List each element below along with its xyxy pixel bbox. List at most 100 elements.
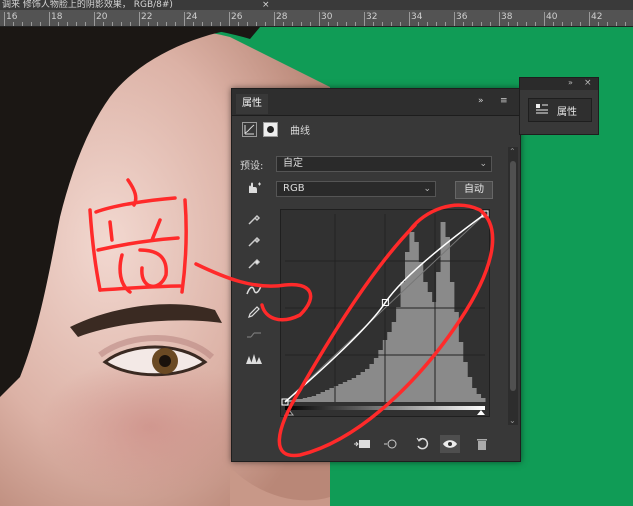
ruler-tick <box>319 12 320 26</box>
document-tab-bar: 调来 修饰人物脸上的阴影效果， RGB/8#) × <box>0 0 633 10</box>
white-point-eyedropper-icon[interactable] <box>245 254 263 272</box>
preset-label: 预设: <box>240 160 264 172</box>
ruler-tick <box>409 12 410 26</box>
clip-to-layer-icon[interactable] <box>352 435 372 453</box>
adjustment-title: 曲线 <box>290 125 310 137</box>
expand-panels-icon[interactable]: » <box>568 78 573 87</box>
ruler-tick <box>355 22 356 26</box>
histogram-bar <box>476 394 482 402</box>
ruler-tick <box>445 22 446 26</box>
visibility-eye-icon[interactable] <box>440 435 460 453</box>
draw-pencil-icon[interactable] <box>245 303 263 321</box>
preset-row: 预设: 自定 ⌄ <box>240 155 492 173</box>
properties-panel-button[interactable]: 属性 <box>528 98 592 122</box>
ruler-tick <box>67 22 68 26</box>
ruler-tick <box>175 22 176 26</box>
histogram-bar <box>307 397 313 402</box>
ruler-tick <box>346 22 347 26</box>
ruler-tick <box>112 22 113 26</box>
curves-adjustment-icon[interactable] <box>242 121 257 137</box>
photoshop-workspace: 调来 修饰人物脸上的阴影效果， RGB/8#) × 16 18 20 22 24 26 28… <box>0 0 633 506</box>
edit-points-curve-icon[interactable] <box>245 281 263 299</box>
auto-button[interactable]: 自动 <box>455 181 493 199</box>
ruler-tick <box>22 22 23 26</box>
histogram-bar <box>293 399 299 402</box>
ruler-tick <box>31 22 32 26</box>
histogram-bar <box>458 342 464 402</box>
histogram-bar <box>440 222 446 402</box>
ruler-tick <box>40 22 41 26</box>
properties-tab[interactable]: 属性 <box>236 94 268 114</box>
layer-mask-icon[interactable] <box>263 121 278 137</box>
ruler-tick <box>589 12 590 26</box>
ruler-tick <box>202 22 203 26</box>
view-previous-state-icon[interactable] <box>382 435 402 453</box>
ruler-tick <box>58 22 59 26</box>
ruler-tick <box>571 22 572 26</box>
histogram-bar <box>365 369 370 402</box>
reset-icon[interactable] <box>412 435 432 453</box>
ruler-tick <box>220 22 221 26</box>
ruler-tick <box>616 22 617 26</box>
collapsed-properties-panel: » × 属性 <box>519 77 599 135</box>
ruler-label: 30 <box>321 12 333 22</box>
ruler-tick <box>472 22 473 26</box>
ruler-tick <box>535 22 536 26</box>
black-point-eyedropper-icon[interactable] <box>245 210 263 228</box>
scroll-down-icon[interactable]: ⌄ <box>509 416 516 425</box>
document-tab-title[interactable]: 调来 修饰人物脸上的阴影效果， RGB/8#) <box>2 0 173 10</box>
ruler-label: 32 <box>366 12 378 22</box>
delete-trash-icon[interactable] <box>472 435 492 453</box>
ruler-tick <box>139 12 140 26</box>
ruler-tick <box>166 22 167 26</box>
panel-title-bar: 属性 » ≡ <box>232 89 520 116</box>
histogram-bar <box>302 398 308 402</box>
ruler-label: 22 <box>141 12 153 22</box>
collapse-panel-icon[interactable]: » <box>478 97 484 106</box>
ruler-label: 40 <box>546 12 558 22</box>
histogram-bar <box>462 362 468 402</box>
clipping-warning-icon[interactable] <box>245 350 263 368</box>
gray-point-eyedropper-icon[interactable] <box>245 232 263 250</box>
horizontal-ruler[interactable]: 16 18 20 22 24 26 28 30 32 34 36 38 40 42 <box>0 10 633 27</box>
curves-graph[interactable] <box>280 209 490 417</box>
scroll-up-icon[interactable]: ⌃ <box>509 147 516 156</box>
histogram-bar <box>431 302 437 402</box>
close-tab-icon[interactable]: × <box>262 0 270 10</box>
histogram-bar <box>445 237 450 402</box>
ruler-tick <box>463 22 464 26</box>
scrollbar-thumb[interactable] <box>510 161 516 391</box>
preset-select[interactable]: 自定 ⌄ <box>276 156 492 172</box>
close-panel-icon[interactable]: × <box>584 78 592 88</box>
ruler-tick <box>508 22 509 26</box>
histogram-bar <box>453 312 459 402</box>
properties-panel-icon <box>535 103 549 118</box>
ruler-tick <box>490 22 491 26</box>
ruler-tick <box>4 12 5 26</box>
chevron-down-icon: ⌄ <box>423 184 431 194</box>
channel-select[interactable]: RGB ⌄ <box>276 181 436 197</box>
smooth-curve-icon[interactable] <box>245 326 263 344</box>
histogram-bar <box>467 377 473 402</box>
histogram-bar <box>320 392 326 402</box>
histogram-bar <box>356 375 362 402</box>
input-gradient-bar <box>285 406 485 410</box>
ruler-tick <box>265 22 266 26</box>
histogram-bar <box>413 242 419 402</box>
ruler-label: 42 <box>591 12 603 22</box>
histogram-bar <box>436 272 442 402</box>
white-point-slider <box>477 410 485 415</box>
mini-panel-bar: » × <box>520 78 598 90</box>
panel-scrollbar[interactable]: ⌃ ⌄ <box>508 147 518 425</box>
ruler-tick <box>481 22 482 26</box>
ruler-tick <box>283 22 284 26</box>
ruler-label: 20 <box>96 12 108 22</box>
channel-value: RGB <box>283 183 305 194</box>
ruler-tick <box>454 12 455 26</box>
histogram-bar <box>351 378 357 402</box>
panel-menu-icon[interactable]: ≡ <box>500 97 508 106</box>
ruler-tick <box>121 22 122 26</box>
channel-row: RGB ⌄ <box>240 180 436 198</box>
histogram-bar <box>342 382 348 402</box>
histogram-bar <box>347 380 353 402</box>
